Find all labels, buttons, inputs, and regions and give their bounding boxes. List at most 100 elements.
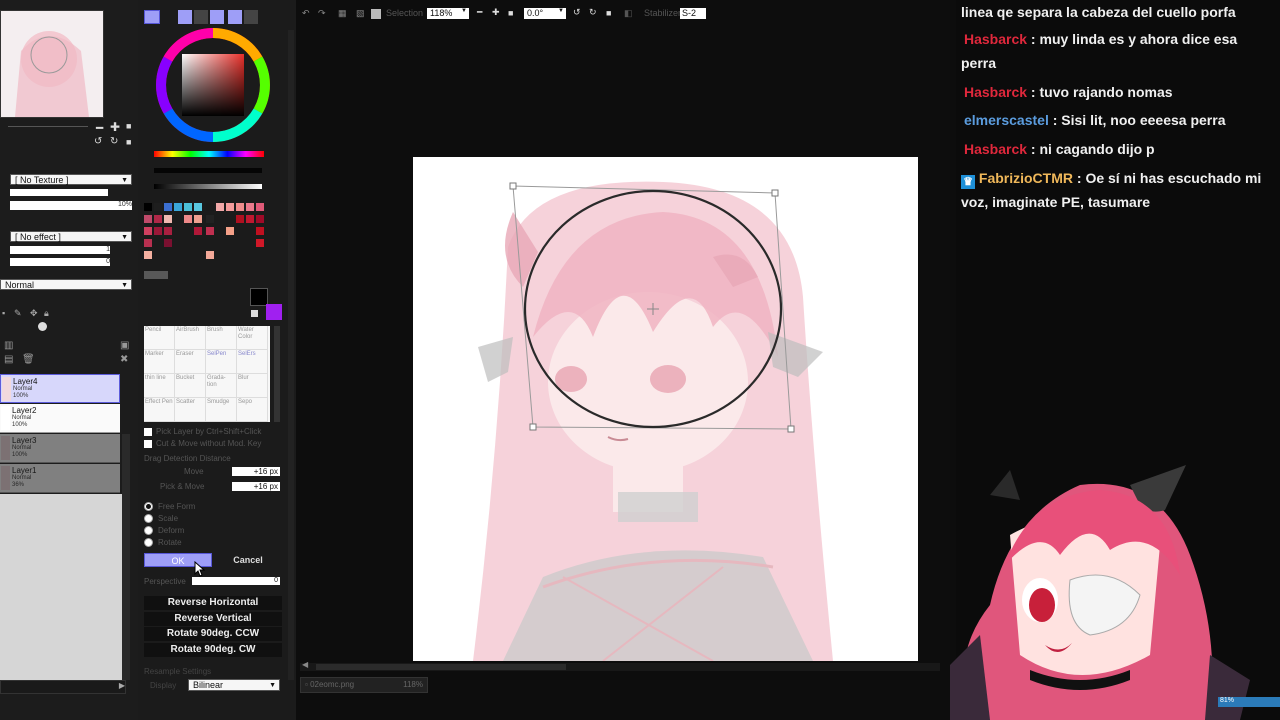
copy-layer-icon[interactable]: ▤ xyxy=(4,354,13,365)
rotate-ccw-icon[interactable]: ↺ xyxy=(573,7,581,18)
radio-scale[interactable] xyxy=(144,514,153,523)
blend-mode-select[interactable]: Normal ▼ xyxy=(0,279,132,290)
layer-item[interactable]: Layer4 Normal 100% xyxy=(0,374,120,403)
rgb-slider-toggle[interactable] xyxy=(178,10,192,24)
color-swatch-grid[interactable] xyxy=(144,203,276,263)
secondary-color-swatch[interactable] xyxy=(266,304,282,320)
rotate-reset-icon[interactable]: ■ xyxy=(606,8,611,18)
pick-layer-checkbox[interactable] xyxy=(144,428,152,436)
flip-icon[interactable]: ◧ xyxy=(624,8,633,19)
deselect-icon[interactable]: ▦ xyxy=(338,8,347,19)
reset-rotate-icon[interactable]: ■ xyxy=(126,137,131,147)
pen-icon[interactable]: ✎ xyxy=(14,308,22,319)
rotate-cw-button[interactable]: Rotate 90deg. CW xyxy=(144,643,282,657)
layer-scrollbar[interactable] xyxy=(122,434,130,680)
pick-move-input[interactable]: +16 px xyxy=(232,482,280,491)
undo-icon[interactable]: ↶ xyxy=(302,8,310,19)
scrollbar-thumb[interactable] xyxy=(316,664,566,670)
chat-username[interactable]: Hasbarck xyxy=(964,31,1027,47)
hue-slider[interactable] xyxy=(154,151,264,157)
layer-scroll-right[interactable]: ▶ xyxy=(0,680,126,694)
rotate-right-icon[interactable]: ↻ xyxy=(110,136,118,147)
zoom-in-icon[interactable]: ✚ xyxy=(492,7,500,18)
navigator-thumbnail[interactable] xyxy=(0,10,104,118)
texture-slider[interactable] xyxy=(10,189,108,196)
chat-username[interactable]: Hasbarck xyxy=(964,141,1027,157)
tool-effect-pen[interactable]: Effect Pen xyxy=(144,398,175,422)
saturation-slider[interactable] xyxy=(154,168,262,173)
canvas-hscrollbar[interactable]: ◀ xyxy=(300,660,940,671)
trash-icon[interactable]: 🗑︎ xyxy=(22,354,35,365)
tool-airbrush[interactable]: AirBrush xyxy=(175,326,206,350)
texture-scale[interactable]: 10% xyxy=(10,201,132,210)
move-icon[interactable]: ✥ xyxy=(30,308,38,319)
chat-username[interactable]: Hasbarck xyxy=(964,84,1027,100)
hsv-slider-toggle[interactable] xyxy=(194,10,208,24)
layer-item[interactable]: Layer2 Normal 100% xyxy=(0,404,120,433)
transparent-color-swatch[interactable] xyxy=(251,310,258,317)
tool-water-color[interactable]: Water Color xyxy=(237,326,268,350)
mixer-toggle[interactable] xyxy=(244,10,258,24)
layer-item[interactable]: Layer1 Normal 36% xyxy=(0,464,120,493)
transform-handle[interactable] xyxy=(771,189,779,197)
chat-username[interactable]: elmerscastel xyxy=(964,112,1049,128)
transform-handle[interactable] xyxy=(529,423,537,431)
zoom-out-icon[interactable]: ━ xyxy=(477,7,482,18)
tool-selpen[interactable]: SelPen xyxy=(206,350,237,374)
transform-handle[interactable] xyxy=(509,182,517,190)
scratchpad-toggle[interactable] xyxy=(228,10,242,24)
tool-gradation[interactable]: Grada-tion xyxy=(206,374,237,398)
layer-item[interactable]: Layer3 Normal 100% xyxy=(0,434,120,463)
swatch-toggle[interactable] xyxy=(210,10,224,24)
tool-thin-line[interactable]: thin line xyxy=(144,374,175,398)
tool-grid-scrollbar[interactable] xyxy=(274,326,280,422)
zoom-select[interactable]: 118% ▼ xyxy=(427,8,469,19)
texture-select[interactable]: [ No Texture ] ▼ xyxy=(10,174,132,185)
tool-selers[interactable]: SelErs xyxy=(237,350,268,374)
radio-free-form[interactable] xyxy=(144,502,153,511)
radio-deform[interactable] xyxy=(144,526,153,535)
perspective-slider[interactable]: 0 xyxy=(192,577,280,585)
angle-select[interactable]: 0.0° ▼ xyxy=(524,8,566,19)
tool-marker[interactable]: Marker xyxy=(144,350,175,374)
stabilizer-select[interactable]: S-2 xyxy=(680,8,706,19)
radio-rotate[interactable] xyxy=(144,538,153,547)
zoom-out-icon[interactable]: ━ xyxy=(96,121,103,135)
tool-panel-scrollbar[interactable] xyxy=(288,30,294,680)
value-slider[interactable] xyxy=(154,184,262,189)
effect-select[interactable]: [ No effect ] ▼ xyxy=(10,231,132,242)
transform-handle[interactable] xyxy=(787,425,795,433)
reverse-vertical-button[interactable]: Reverse Vertical xyxy=(144,612,282,626)
interpolation-select[interactable]: Bilinear ▼ xyxy=(188,679,280,691)
selection-toggle-icon[interactable] xyxy=(371,9,381,19)
zoom-reset-icon[interactable]: ■ xyxy=(508,8,513,18)
redo-icon[interactable]: ↷ xyxy=(318,8,326,19)
move-distance-input[interactable]: +16 px xyxy=(232,467,280,476)
reset-zoom-icon[interactable]: ■ xyxy=(126,121,131,131)
invert-selection-icon[interactable]: ▧ xyxy=(356,8,365,19)
rotate-ccw-button[interactable]: Rotate 90deg. CCW xyxy=(144,627,282,641)
lock-icon[interactable]: 🔒︎ xyxy=(44,308,49,319)
cut-move-checkbox[interactable] xyxy=(144,440,152,448)
zoom-in-icon[interactable]: ✚ xyxy=(110,120,120,134)
color-circle-toggle[interactable] xyxy=(144,10,160,24)
tool-pencil[interactable]: Pencil xyxy=(144,326,175,350)
tool-eraser[interactable]: Eraser xyxy=(175,350,206,374)
artwork-canvas[interactable] xyxy=(413,157,918,661)
effect-width[interactable]: 1 xyxy=(10,246,110,254)
swatch-tab[interactable] xyxy=(144,271,168,279)
tool-sepo[interactable]: Sepo xyxy=(237,398,268,422)
tool-scatter[interactable]: Scatter xyxy=(175,398,206,422)
tool-smudge[interactable]: Smudge xyxy=(206,398,237,422)
effect-strength[interactable]: 0 xyxy=(10,258,110,266)
reverse-horizontal-button[interactable]: Reverse Horizontal xyxy=(144,596,282,610)
chat-username[interactable]: FabrizioCTMR xyxy=(979,170,1073,186)
clear-layer-icon[interactable]: ✖ xyxy=(120,354,128,365)
document-tab[interactable]: ▫ 02eomc.png 118% xyxy=(300,677,428,693)
tool-bucket[interactable]: Bucket xyxy=(175,374,206,398)
rotate-cw-icon[interactable]: ↻ xyxy=(589,7,597,18)
selection-source-toggle[interactable] xyxy=(38,322,47,331)
tool-brush[interactable]: Brush xyxy=(206,326,237,350)
color-wheel[interactable] xyxy=(153,25,273,145)
cancel-button[interactable]: Cancel xyxy=(214,553,282,567)
